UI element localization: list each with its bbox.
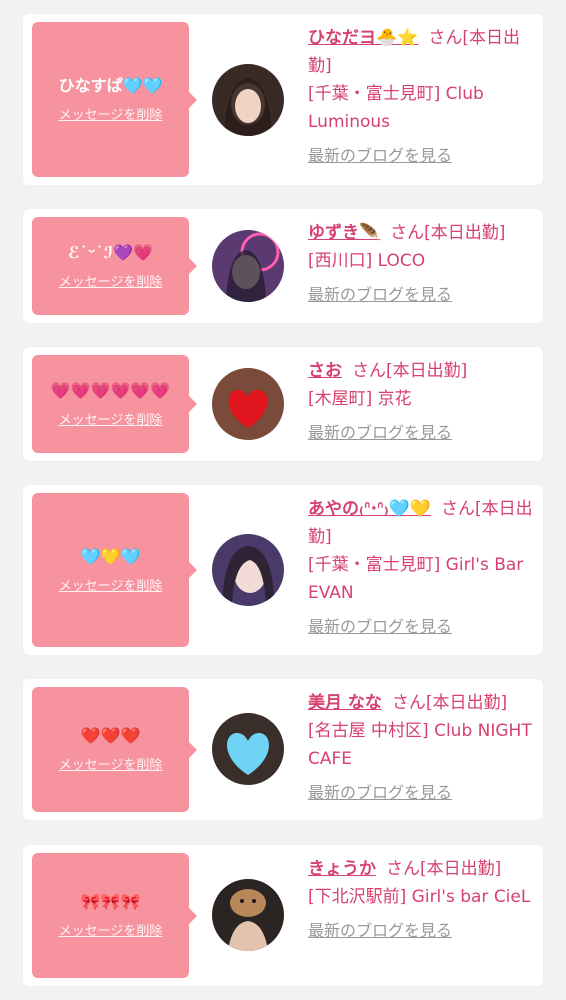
delete-message-link[interactable]: メッセージを削除 — [59, 271, 163, 290]
cast-name-link[interactable]: さお — [308, 361, 342, 381]
message-card: ❤️❤️❤️ メッセージを削除 美月 なな さん[本日出勤] [名古屋 中村区] … — [23, 679, 543, 820]
status-text: [本日出勤] — [425, 693, 508, 713]
status-text: [本日出勤] — [424, 223, 506, 243]
message-bubble: 🩵💛🩵 メッセージを削除 — [32, 493, 197, 647]
cast-info: ゆずき🪶 さん[本日出勤] [西川口] LOCO 最新のブログを見る — [308, 219, 538, 309]
cast-name-link[interactable]: ゆずき🪶 — [308, 223, 380, 243]
status-text: [本日出勤] — [386, 361, 468, 381]
message-text: 🩵💛🩵 — [80, 546, 141, 566]
message-text: 💗💗💗💗💗💗 — [50, 380, 171, 400]
delete-message-link[interactable]: メッセージを削除 — [59, 104, 163, 123]
delete-message-link[interactable]: メッセージを削除 — [59, 754, 163, 773]
delete-message-link[interactable]: メッセージを削除 — [59, 920, 163, 939]
cast-name-link[interactable]: ひなだヨ🐣⭐ — [308, 28, 418, 48]
cast-info: きょうか さん[本日出勤] [下北沢駅前] Girl's bar CieL 最新の… — [308, 855, 538, 945]
avatar[interactable] — [212, 368, 284, 440]
honorific: さん — [391, 693, 426, 713]
cast-info: 美月 なな さん[本日出勤] [名古屋 中村区] Club NIGHT CAFE … — [308, 689, 538, 807]
latest-blog-link[interactable]: 最新のブログを見る — [308, 613, 538, 641]
avatar[interactable] — [212, 230, 284, 302]
message-bubble: 🎀🎀🎀 メッセージを削除 — [32, 853, 197, 978]
shop-text: [千葉・富士見町] Club Luminous — [308, 84, 484, 132]
message-bubble: ひなすぱ🩵🩵 メッセージを削除 — [32, 22, 197, 177]
message-bubble: ❤️❤️❤️ メッセージを削除 — [32, 687, 197, 812]
avatar[interactable] — [212, 879, 284, 951]
message-text: ℰ˙ᵕ˙ℐ💜💗 — [68, 242, 153, 262]
cast-info: あやの₍ᐢ·ᐢ₎🩵💛 さん[本日出勤] [千葉・富士見町] Girl's Bar … — [308, 495, 538, 641]
message-card: ℰ˙ᵕ˙ℐ💜💗 メッセージを削除 ゆずき🪶 さん[本日出勤] [西川口] LOCO… — [23, 209, 543, 323]
honorific: さん — [352, 361, 386, 381]
message-text: 🎀🎀🎀 — [80, 892, 141, 911]
message-card: 🩵💛🩵 メッセージを削除 あやの₍ᐢ·ᐢ₎🩵💛 さん[本日出勤] [千葉・富士見町… — [23, 485, 543, 655]
latest-blog-link[interactable]: 最新のブログを見る — [308, 281, 538, 309]
latest-blog-link[interactable]: 最新のブログを見る — [308, 142, 538, 170]
shop-text: [名古屋 中村区] Club NIGHT CAFE — [308, 721, 532, 769]
message-text: ❤️❤️❤️ — [80, 726, 141, 745]
cast-name-link[interactable]: あやの₍ᐢ·ᐢ₎🩵💛 — [308, 499, 431, 519]
message-bubble: ℰ˙ᵕ˙ℐ💜💗 メッセージを削除 — [32, 217, 197, 315]
honorific: さん — [390, 223, 425, 243]
status-text: [本日出勤] — [420, 859, 502, 879]
message-card: ひなすぱ🩵🩵 メッセージを削除 ひなだヨ🐣⭐ さん[本日出勤] [千葉・富士見町]… — [23, 14, 543, 185]
cast-info: ひなだヨ🐣⭐ さん[本日出勤] [千葉・富士見町] Club Luminous 最… — [308, 24, 538, 170]
shop-text: [千葉・富士見町] Girl's Bar EVAN — [308, 555, 524, 603]
cast-name-link[interactable]: きょうか — [308, 859, 376, 879]
shop-text: [西川口] LOCO — [308, 251, 426, 271]
avatar[interactable] — [212, 713, 284, 785]
avatar[interactable] — [212, 64, 284, 136]
avatar[interactable] — [212, 534, 284, 606]
message-text: ひなすぱ🩵🩵 — [58, 76, 163, 95]
message-bubble: 💗💗💗💗💗💗 メッセージを削除 — [32, 355, 197, 453]
honorific: さん — [386, 859, 420, 879]
latest-blog-link[interactable]: 最新のブログを見る — [308, 917, 538, 945]
delete-message-link[interactable]: メッセージを削除 — [59, 409, 163, 428]
honorific: さん — [428, 28, 463, 48]
cast-info: さお さん[本日出勤] [木屋町] 京花 最新のブログを見る — [308, 357, 538, 447]
shop-text: [下北沢駅前] Girl's bar CieL — [308, 887, 531, 907]
cast-name-link[interactable]: 美月 なな — [308, 693, 382, 713]
message-card: 💗💗💗💗💗💗 メッセージを削除 さお さん[本日出勤] [木屋町] 京花 最新のブ… — [23, 347, 543, 461]
message-card: 🎀🎀🎀 メッセージを削除 きょうか さん[本日出勤] [下北沢駅前] Girl's… — [23, 845, 543, 986]
shop-text: [木屋町] 京花 — [308, 389, 412, 409]
delete-message-link[interactable]: メッセージを削除 — [59, 575, 163, 594]
latest-blog-link[interactable]: 最新のブログを見る — [308, 779, 538, 807]
latest-blog-link[interactable]: 最新のブログを見る — [308, 419, 538, 447]
honorific: さん — [441, 499, 476, 519]
